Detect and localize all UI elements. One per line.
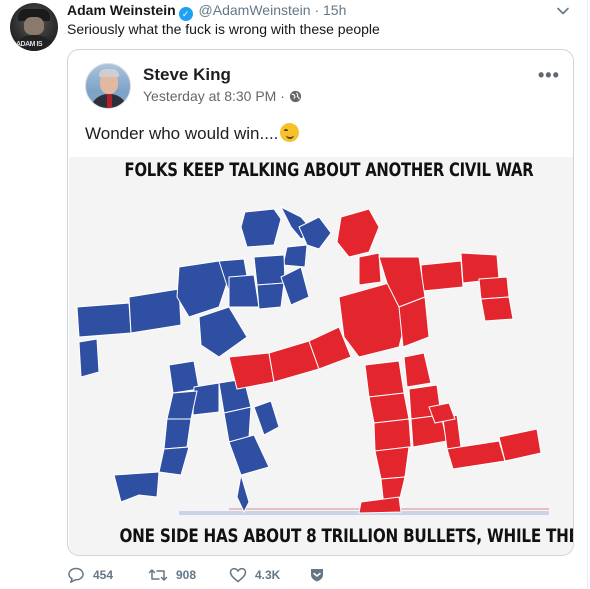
- red-hip-2: [403, 352, 432, 388]
- heart-icon: [229, 567, 247, 583]
- blue-leg-5: [158, 446, 190, 476]
- blue-leg-3: [166, 390, 198, 420]
- more-options-icon: •••: [538, 65, 560, 85]
- red-kick-3: [498, 428, 542, 462]
- reply-button[interactable]: 454: [67, 567, 113, 583]
- red-head: [336, 208, 380, 258]
- meme-image: FOLKS KEEP TALKING ABOUT ANOTHER CIVIL W…: [69, 157, 574, 555]
- red-leg-1: [368, 392, 410, 424]
- tweet-text: Seriously what the fuck is wrong with th…: [67, 21, 380, 37]
- shield-dm-icon: [311, 569, 323, 582]
- blue-torso-5: [256, 282, 285, 310]
- red-neck: [358, 252, 382, 286]
- blue-left-arm-1: [76, 302, 132, 338]
- post-meta: Yesterday at 8:30 PM ·: [143, 88, 302, 104]
- red-leg-5: [374, 446, 410, 480]
- post-timestamp: Yesterday at 8:30 PM ·: [143, 88, 285, 104]
- blue-head: [240, 208, 282, 248]
- post-author-name: Steve King: [143, 65, 231, 84]
- blue-leg-8: [228, 434, 270, 476]
- retweet-icon: [148, 569, 168, 581]
- red-right-arm-1: [420, 260, 464, 292]
- red-leg-3: [373, 418, 412, 452]
- retweet-button[interactable]: 908: [148, 567, 196, 583]
- like-button[interactable]: 4.3K: [229, 567, 280, 583]
- retweet-count: 908: [176, 568, 197, 582]
- us-map-figures-illustration: [76, 205, 549, 515]
- tweet-actions: 454 908 4.3K: [67, 567, 367, 587]
- reply-count: 454: [93, 568, 114, 582]
- avatar-face: [24, 17, 44, 35]
- globe-icon: [289, 90, 301, 103]
- blue-leg-4: [163, 418, 192, 450]
- blue-left-arm-2: [128, 288, 182, 334]
- blue-hand-block: [78, 338, 100, 378]
- post-text: Wonder who would win....: [85, 123, 300, 144]
- scrollbar-track[interactable]: [587, 0, 588, 589]
- like-count: 4.3K: [255, 568, 281, 582]
- smirk-emoji-icon: [280, 123, 300, 142]
- avatar-tie: [107, 94, 112, 108]
- avatar-hair: [99, 69, 119, 77]
- blue-torso-3: [228, 274, 260, 308]
- separator-dot: ·: [314, 2, 320, 18]
- direct-message-button[interactable]: [309, 567, 333, 583]
- blue-leg-2: [192, 382, 220, 416]
- red-right-arm-4: [480, 296, 514, 322]
- blue-arm-block: [282, 244, 308, 268]
- tweet-header: Adam Weinstein ✓ @AdamWeinstein · 15h: [67, 1, 346, 21]
- blue-chest: [280, 266, 310, 306]
- blue-foot: [113, 471, 160, 503]
- blue-torso-4: [253, 254, 286, 286]
- tweet-timestamp[interactable]: 15h: [323, 2, 346, 18]
- red-hip-1: [364, 360, 405, 398]
- meme-bottom-caption: ONE SIDE HAS ABOUT 8 TRILLION BULLETS, W…: [119, 525, 574, 547]
- red-foot: [358, 496, 402, 514]
- embedded-screenshot-card[interactable]: Steve King Yesterday at 8:30 PM · ••• Wo…: [67, 49, 574, 556]
- author-avatar[interactable]: ADAM IS: [10, 3, 58, 51]
- blue-hip: [198, 306, 248, 358]
- author-name[interactable]: Adam Weinstein: [67, 2, 176, 18]
- post-author-avatar: [85, 63, 131, 109]
- chevron-down-icon[interactable]: [556, 4, 570, 18]
- red-right-arm-3: [478, 276, 510, 300]
- verified-badge-icon: ✓: [178, 7, 193, 21]
- red-figure: [228, 208, 542, 514]
- post-text-content: Wonder who would win....: [85, 124, 279, 143]
- author-handle[interactable]: @AdamWeinstein: [199, 2, 311, 18]
- blue-heel: [236, 474, 250, 514]
- avatar-shirt-text: ADAM IS: [16, 41, 43, 48]
- reply-icon: [68, 567, 84, 583]
- red-left-fist: [228, 352, 275, 390]
- blue-knee: [253, 400, 280, 436]
- tweet[interactable]: ADAM IS Adam Weinstein ✓ @AdamWeinstein ·…: [0, 0, 590, 589]
